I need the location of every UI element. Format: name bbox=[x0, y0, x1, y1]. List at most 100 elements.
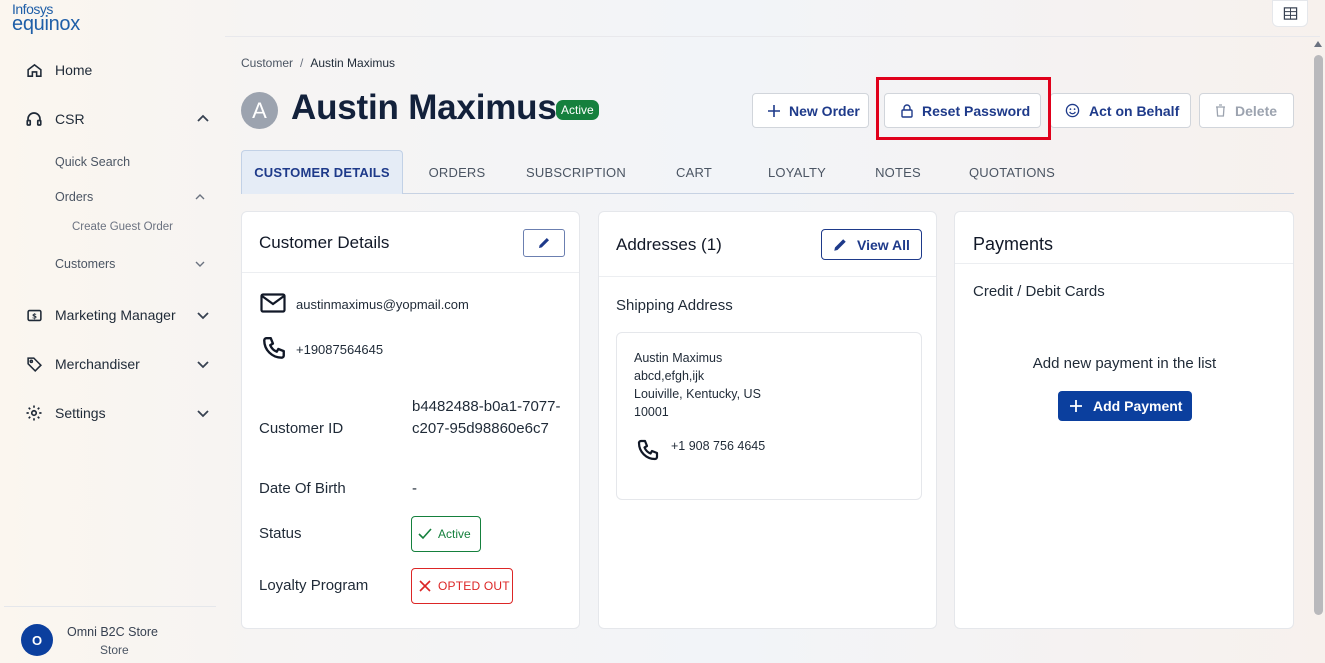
home-icon bbox=[25, 61, 43, 79]
svg-text:$: $ bbox=[32, 311, 37, 320]
status-chip: Active bbox=[411, 516, 481, 552]
loyalty-chip-label: OPTED OUT bbox=[438, 579, 510, 593]
card-title: Customer Details bbox=[259, 233, 390, 252]
sidebar-item-orders[interactable]: Orders bbox=[55, 190, 205, 204]
customer-phone: +19087564645 bbox=[296, 342, 384, 357]
store-role: Store bbox=[100, 643, 129, 657]
sidebar-item-csr[interactable]: CSR bbox=[0, 101, 222, 137]
new-order-label: New Order bbox=[789, 102, 860, 119]
customer-id-value: b4482488-b0a1-7077-c207-95d98860e6c7 bbox=[412, 398, 561, 437]
tab-quotations[interactable]: QUOTATIONS bbox=[957, 150, 1067, 194]
breadcrumb-separator: / bbox=[300, 56, 304, 70]
customer-avatar: A bbox=[241, 92, 278, 129]
scroll-up-arrow[interactable] bbox=[1313, 38, 1323, 50]
payment-cards-subtitle: Credit / Debit Cards bbox=[973, 283, 1105, 300]
customer-email: austinmaximus@yopmail.com bbox=[296, 297, 469, 312]
delete-label: Delete bbox=[1235, 102, 1278, 119]
tab-notes[interactable]: NOTES bbox=[864, 150, 932, 194]
chevron-up-icon bbox=[197, 114, 209, 122]
card-title: Payments bbox=[973, 234, 1054, 254]
add-payment-label: Add Payment bbox=[1093, 398, 1183, 414]
tab-customer-details[interactable]: CUSTOMER DETAILS bbox=[241, 150, 403, 194]
tab-orders[interactable]: ORDERS bbox=[418, 150, 496, 194]
scrollbar-thumb[interactable] bbox=[1314, 55, 1323, 615]
tab-loyalty[interactable]: LOYALTY bbox=[755, 150, 839, 194]
sidebar-item-settings[interactable]: Settings bbox=[0, 395, 222, 431]
grid-icon bbox=[1283, 7, 1297, 20]
layout-toggle-button[interactable] bbox=[1272, 0, 1308, 27]
dob-value: - bbox=[412, 480, 417, 497]
chevron-down-icon bbox=[197, 361, 209, 369]
address-line1: abcd,efgh,ijk bbox=[634, 369, 705, 383]
store-avatar[interactable]: O bbox=[21, 624, 53, 656]
breadcrumb-parent[interactable]: Customer bbox=[241, 56, 293, 70]
chevron-down-icon bbox=[195, 261, 205, 267]
shipping-address-title: Shipping Address bbox=[616, 297, 733, 314]
card-divider bbox=[242, 272, 579, 273]
page-title: Austin Maximus bbox=[291, 88, 557, 127]
status-label: Status bbox=[259, 525, 302, 542]
sidebar-item-label: Customers bbox=[55, 257, 116, 271]
add-payment-button[interactable]: Add Payment bbox=[1058, 391, 1192, 421]
phone-icon bbox=[637, 439, 659, 461]
card-title: Addresses (1) bbox=[616, 235, 722, 254]
chevron-down-icon bbox=[197, 312, 209, 320]
pencil-icon bbox=[834, 238, 846, 251]
sidebar-item-merchandiser[interactable]: Merchandiser bbox=[0, 346, 222, 382]
sidebar-item-home[interactable]: Home bbox=[0, 52, 222, 88]
trash-icon bbox=[1215, 104, 1226, 117]
gear-icon bbox=[25, 404, 43, 422]
mail-icon bbox=[260, 293, 286, 313]
tag-icon bbox=[25, 355, 43, 373]
close-icon bbox=[419, 580, 431, 592]
header-divider bbox=[225, 36, 1320, 37]
status-badge: Active bbox=[556, 100, 599, 120]
sidebar-item-label: Marketing Manager bbox=[55, 307, 176, 323]
delete-button[interactable]: Delete bbox=[1199, 93, 1294, 128]
act-on-behalf-button[interactable]: Act on Behalf bbox=[1050, 93, 1191, 128]
smiley-icon bbox=[1065, 103, 1080, 118]
status-chip-label: Active bbox=[438, 527, 471, 541]
check-icon bbox=[418, 528, 432, 540]
store-name: Omni B2C Store bbox=[67, 625, 159, 639]
view-all-button[interactable]: View All bbox=[821, 229, 922, 260]
new-order-button[interactable]: New Order bbox=[752, 93, 869, 128]
plus-icon bbox=[1070, 400, 1082, 412]
sidebar-item-create-guest-order[interactable]: Create Guest Order bbox=[72, 221, 173, 233]
address-line2: Louiville, Kentucky, US bbox=[634, 387, 761, 401]
payments-card: Payments Credit / Debit Cards Add new pa… bbox=[954, 211, 1294, 629]
tab-subscription[interactable]: SUBSCRIPTION bbox=[515, 150, 637, 194]
card-divider bbox=[599, 276, 936, 277]
act-on-behalf-label: Act on Behalf bbox=[1089, 102, 1180, 119]
loyalty-label: Loyalty Program bbox=[259, 577, 369, 594]
sidebar-item-label: Orders bbox=[55, 190, 94, 204]
plus-icon bbox=[768, 104, 780, 117]
highlight-box bbox=[876, 77, 1051, 140]
card-divider bbox=[955, 263, 1293, 264]
sidebar-item-quick-search[interactable]: Quick Search bbox=[55, 155, 130, 169]
breadcrumb: Customer / Austin Maximus bbox=[241, 56, 395, 70]
sidebar-item-marketing-manager[interactable]: $ Marketing Manager bbox=[0, 297, 222, 333]
phone-icon bbox=[263, 336, 285, 359]
sidebar-item-customers[interactable]: Customers bbox=[55, 257, 205, 271]
dollar-icon: $ bbox=[25, 306, 43, 324]
chevron-down-icon bbox=[197, 410, 209, 418]
address-zip: 10001 bbox=[634, 405, 669, 419]
addresses-card: Addresses (1) View All Shipping Address … bbox=[598, 211, 937, 629]
customer-details-card: Customer Details austinmaximus@yopmail.c… bbox=[241, 211, 580, 629]
sidebar-item-label: CSR bbox=[55, 111, 85, 127]
sidebar-item-label: Home bbox=[55, 62, 93, 78]
view-all-label: View All bbox=[857, 236, 910, 253]
infosys-equinox-logo[interactable]: Infosys equinox bbox=[12, 2, 80, 34]
edit-customer-button[interactable] bbox=[523, 229, 565, 257]
address-name: Austin Maximus bbox=[634, 351, 723, 365]
tab-cart[interactable]: CART bbox=[662, 150, 726, 194]
customer-id-label: Customer ID bbox=[259, 420, 344, 437]
headset-icon bbox=[25, 110, 43, 128]
address-phone: +1 908 756 4645 bbox=[671, 439, 766, 453]
sidebar: Infosys equinox Home CSR Quick Search Or… bbox=[0, 0, 222, 663]
logo-line2: equinox bbox=[12, 13, 80, 35]
chevron-up-icon bbox=[195, 194, 205, 200]
sidebar-divider bbox=[4, 606, 216, 607]
dob-label: Date Of Birth bbox=[259, 480, 346, 497]
